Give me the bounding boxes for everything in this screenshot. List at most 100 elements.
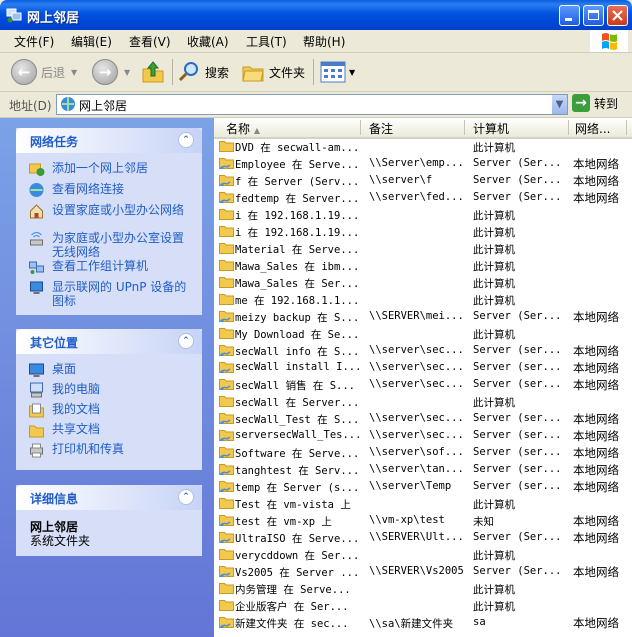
file-name: 新建文件夹 在 sec...: [235, 618, 349, 630]
details-title: 详细信息: [30, 492, 79, 506]
place-printers-faxes[interactable]: 打印机和传真: [28, 442, 124, 458]
table-row[interactable]: Material 在 Serve... 此计算机: [214, 240, 632, 257]
table-row[interactable]: Vs2005 在 Server ... \\SERVER\Vs2005 Server…: [214, 563, 632, 580]
table-row[interactable]: Mawa_Sales 在 Ser... 此计算机: [214, 274, 632, 291]
table-row[interactable]: fedtemp 在 Server... \\server\fed... Server…: [214, 189, 632, 206]
task-label: 设置家庭或小型办公网络: [52, 203, 185, 217]
task-show-upnp-icons[interactable]: 显示联网的 UPnP 设备的图标: [28, 280, 190, 308]
file-name: 内务管理 在 Serve...: [235, 584, 351, 596]
column-network-header[interactable]: 网络...: [575, 120, 610, 137]
table-row[interactable]: secWall 在 Server... 此计算机: [214, 393, 632, 410]
task-add-network-place[interactable]: 添加一个网上邻居: [28, 161, 190, 177]
table-row[interactable]: UltraISO 在 Serve... \\SERVER\Ult... Server…: [214, 529, 632, 546]
menu-bar: 文件(F) 编辑(E) 查看(V) 收藏(A) 工具(T) 帮助(H): [0, 30, 632, 53]
file-list[interactable]: 名称 ▲ 备注 计算机 网络... DVD 在 secwall-am... 此计算…: [214, 118, 632, 637]
network-places-icon: [6, 8, 22, 23]
place-desktop[interactable]: 桌面: [28, 362, 76, 378]
menu-view[interactable]: 查看(V): [129, 33, 171, 50]
column-divider[interactable]: [626, 120, 627, 135]
address-dropdown-icon[interactable]: ▼: [551, 95, 567, 114]
column-divider[interactable]: [360, 120, 361, 135]
column-divider[interactable]: [464, 120, 465, 135]
table-row[interactable]: Test 在 vm-vista 上 此计算机: [214, 495, 632, 512]
table-row[interactable]: DVD 在 secwall-am... 此计算机: [214, 138, 632, 155]
place-my-documents[interactable]: 我的文档: [28, 402, 100, 418]
table-row[interactable]: secWall 销售 在 S... \\server\sec... Server (…: [214, 376, 632, 393]
task-setup-wireless-network[interactable]: 为家庭或小型办公室设置无线网络: [28, 231, 190, 259]
file-computer: sa: [473, 616, 486, 628]
file-computer: Server (Ser...: [473, 174, 562, 186]
table-row[interactable]: f 在 Server (Serv... \\server\f Server (Ser…: [214, 172, 632, 189]
network-tasks-header[interactable]: 网络任务 ⌃: [16, 128, 202, 153]
table-row[interactable]: secWall_Test 在 S... \\server\sec... Server…: [214, 410, 632, 427]
table-row[interactable]: secWall install I... \\server\sec... Serve…: [214, 359, 632, 376]
folders-label: 文件夹: [269, 65, 306, 80]
folders-button[interactable]: 文件夹: [241, 57, 305, 87]
explorer-window: 网上邻居 文件(F) 编辑(E) 查看(V) 收藏(A) 工具(T) 帮助(H): [0, 0, 632, 637]
title-bar[interactable]: 网上邻居: [0, 0, 632, 30]
table-row[interactable]: secWall info 在 S... \\server\sec... Server…: [214, 342, 632, 359]
column-computer-header[interactable]: 计算机: [473, 120, 509, 137]
maximize-button[interactable]: [583, 5, 604, 26]
menu-tools[interactable]: 工具(T): [246, 33, 287, 50]
table-row[interactable]: 企业版客户 在 Ser... 此计算机: [214, 597, 632, 614]
column-name-header[interactable]: 名称 ▲: [226, 120, 260, 137]
task-view-workgroup[interactable]: 查看工作组计算机: [28, 259, 190, 275]
minimize-button[interactable]: [559, 5, 580, 26]
table-row[interactable]: Employee 在 Serve... \\Server\emp... Server…: [214, 155, 632, 172]
file-network: 本地网络: [573, 565, 619, 579]
table-row[interactable]: serversecWall_Tes... \\server\sec... Serve…: [214, 427, 632, 444]
table-row[interactable]: i 在 192.168.1.19... 此计算机: [214, 206, 632, 223]
table-row[interactable]: Mawa_Sales 在 ibm... 此计算机: [214, 257, 632, 274]
views-button[interactable]: ▼: [320, 57, 355, 87]
table-row[interactable]: i 在 192.168.1.19... 此计算机: [214, 223, 632, 240]
go-label: 转到: [594, 96, 619, 111]
network-share-icon: [219, 158, 234, 169]
place-my-computer[interactable]: 我的电脑: [28, 382, 100, 398]
table-row[interactable]: temp 在 Server (s... \\server\Temp Server (…: [214, 478, 632, 495]
collapse-icon[interactable]: ⌃: [178, 333, 194, 349]
back-button[interactable]: ← 后退 ▼: [11, 57, 77, 87]
file-network: 本地网络: [573, 463, 619, 477]
collapse-icon[interactable]: ⌃: [178, 132, 194, 148]
table-row[interactable]: test 在 vm-xp 上 \\vm-xp\test 未知 本地网络: [214, 512, 632, 529]
close-button[interactable]: [607, 5, 628, 26]
forward-button[interactable]: → ▼: [92, 57, 130, 87]
table-row[interactable]: verycddown 在 Ser... 此计算机: [214, 546, 632, 563]
task-view-network-connections[interactable]: 查看网络连接: [28, 182, 190, 198]
menu-edit[interactable]: 编辑(E): [71, 33, 112, 50]
file-name: verycddown 在 Ser...: [235, 550, 359, 562]
table-row[interactable]: me 在 192.168.1.1... 此计算机: [214, 291, 632, 308]
folder-icon: [219, 243, 234, 254]
file-name: secWall info 在 S...: [235, 346, 359, 358]
address-label: 地址(D): [9, 99, 52, 113]
file-name: secWall_Test 在 S...: [235, 414, 359, 426]
table-row[interactable]: tanghtest 在 Serv... \\server\tan... Server…: [214, 461, 632, 478]
place-shared-documents[interactable]: 共享文档: [28, 422, 100, 438]
table-row[interactable]: 内务管理 在 Serve... 此计算机: [214, 580, 632, 597]
column-divider[interactable]: [568, 120, 569, 135]
address-input[interactable]: 网上邻居 ▼: [56, 94, 568, 115]
file-network: 本地网络: [573, 157, 619, 171]
collapse-icon[interactable]: ⌃: [178, 489, 194, 505]
details-header[interactable]: 详细信息 ⌃: [16, 485, 202, 510]
menu-help[interactable]: 帮助(H): [303, 33, 345, 50]
table-row[interactable]: 新建文件夹 在 sec... \\sa\新建文件夹 sa 本地网络: [214, 614, 632, 631]
file-comment: \\Server\emp...: [369, 157, 464, 169]
up-folder-button[interactable]: [141, 57, 165, 87]
menu-file[interactable]: 文件(F): [14, 33, 54, 50]
table-row[interactable]: My Download 在 Se... 此计算机: [214, 325, 632, 342]
table-row[interactable]: Software 在 Serve... \\server\sof... Server…: [214, 444, 632, 461]
other-places-header[interactable]: 其它位置 ⌃: [16, 329, 202, 354]
column-comment-header[interactable]: 备注: [369, 120, 393, 137]
table-row[interactable]: meizy backup 在 S... \\SERVER\mei... Server…: [214, 308, 632, 325]
file-computer: Server (ser...: [473, 429, 562, 441]
file-computer: Server (ser...: [473, 412, 562, 424]
back-dropdown-icon[interactable]: ▼: [71, 68, 77, 77]
search-button[interactable]: 搜索: [177, 57, 229, 87]
forward-dropdown-icon[interactable]: ▼: [124, 68, 130, 77]
task-setup-home-network[interactable]: 设置家庭或小型办公网络: [28, 203, 190, 219]
go-button[interactable]: → 转到: [572, 94, 618, 112]
task-label: 查看网络连接: [52, 182, 125, 196]
menu-favorites[interactable]: 收藏(A): [187, 33, 229, 50]
